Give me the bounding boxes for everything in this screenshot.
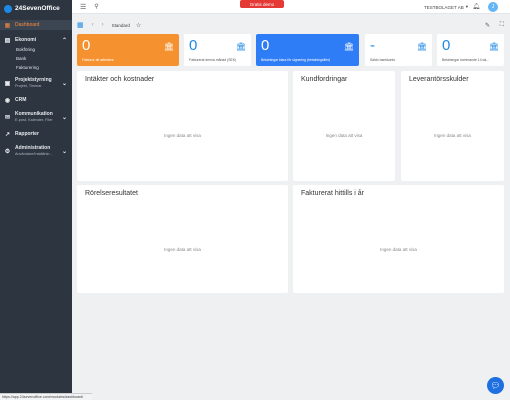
sidebar-item-sublabel: Användare/Inställnin... bbox=[15, 152, 53, 156]
chevron-down-icon: ⌄ bbox=[61, 148, 67, 155]
crm-icon: ◉ bbox=[4, 97, 11, 104]
grid-icon[interactable]: ▦ bbox=[77, 21, 84, 29]
chevron-left-icon[interactable]: ‹ bbox=[92, 22, 94, 28]
fullscreen-icon[interactable]: ⛶ bbox=[500, 22, 504, 29]
chart-line-icon: ↗ bbox=[4, 131, 11, 138]
kpi-label: Saldo bankkonto bbox=[370, 58, 396, 62]
star-icon[interactable]: ☆ bbox=[136, 22, 141, 29]
widget-title: Leverantörsskulder bbox=[409, 76, 469, 83]
kpi-label: Fakturerat denna månad (SEK) bbox=[189, 58, 237, 62]
sidebar-item-crm[interactable]: ◉ CRM bbox=[0, 93, 72, 107]
top-bar: ☰ ⚲ Gratis demo TESTBOLAGET AB ▾ 🔔︎ J bbox=[72, 0, 510, 14]
sidebar-item-label: Ekonomi bbox=[15, 37, 37, 43]
kpi-value: 0 bbox=[261, 37, 270, 54]
bank-icon: 🏛︎ bbox=[163, 42, 174, 51]
bell-icon[interactable]: 🔔︎ bbox=[472, 3, 480, 10]
widget-title: Fakturerat hittills i år bbox=[301, 190, 365, 197]
menu-icon[interactable]: ☰ bbox=[80, 3, 86, 11]
sidebar-item-dashboard[interactable]: ▦ Dashboard bbox=[0, 20, 72, 30]
kpi-label: Betalningar kommande 14 da... bbox=[442, 58, 490, 62]
free-demo-button[interactable]: Gratis demo bbox=[240, 0, 284, 8]
brand-icon bbox=[4, 4, 12, 13]
sidebar-item-projects[interactable]: ▣ Projektstyrning Projekt, Timmar ⌄ bbox=[0, 76, 72, 90]
chat-icon: 💬︎ bbox=[490, 381, 501, 390]
kpi-value: - bbox=[370, 37, 375, 54]
kpi-invoiced-this-month[interactable]: 0 🏛︎ Fakturerat denna månad (SEK) bbox=[184, 34, 251, 66]
gear-icon: ⚙ bbox=[4, 148, 11, 155]
bank-icon: ▤ bbox=[4, 37, 11, 44]
brand-name: 24SevenOffice bbox=[15, 5, 60, 12]
chevron-right-icon[interactable]: › bbox=[102, 22, 104, 28]
dashboard-toolbar: ▦ ‹ › Standard ☆ ✎ ⛶ bbox=[72, 18, 510, 32]
widget-title: Rörelseresultatet bbox=[85, 190, 138, 197]
empty-state: Ingen data att visa bbox=[434, 133, 471, 138]
kpi-bank-balance[interactable]: - 🏛︎ Saldo bankkonto bbox=[365, 34, 432, 66]
view-navigation: ‹ › bbox=[92, 22, 104, 28]
chevron-down-icon: ⌄ bbox=[61, 80, 67, 87]
kpi-value: 0 bbox=[189, 37, 198, 54]
company-name: TESTBOLAGET AB bbox=[424, 4, 464, 10]
clipboard-icon: ▣ bbox=[4, 80, 11, 87]
kpi-value: 0 bbox=[442, 37, 451, 54]
chevron-down-icon: ▾ bbox=[465, 4, 468, 9]
widget-title: Kundfordringar bbox=[301, 76, 348, 83]
empty-state: Ingen data att visa bbox=[380, 247, 417, 252]
sidebar-item-label: Rapporter bbox=[15, 131, 39, 137]
empty-state: Ingen data att visa bbox=[164, 247, 201, 252]
avatar[interactable]: J bbox=[488, 2, 498, 12]
chevron-down-icon: ⌄ bbox=[61, 114, 67, 121]
bank-icon: 🏛︎ bbox=[343, 42, 354, 51]
widget-receivables: Kundfordringar Ingen data att visa bbox=[293, 71, 395, 181]
widget-title: Intäkter och kostnader bbox=[85, 76, 155, 83]
chevron-up-icon: ⌃ bbox=[61, 37, 67, 44]
bank-icon: 🏛︎ bbox=[235, 42, 246, 51]
sidebar-subitem-bank[interactable]: Bank bbox=[0, 54, 72, 63]
kpi-label: Fakturor att attestera bbox=[82, 58, 114, 62]
dashboard-icon: ▦ bbox=[4, 22, 11, 29]
sidebar-item-sublabel: E-post, Kalender, Filer bbox=[15, 118, 53, 122]
sidebar-subitem-invoicing[interactable]: Fakturering bbox=[0, 63, 72, 72]
company-selector[interactable]: TESTBOLAGET AB ▾ bbox=[424, 4, 468, 10]
mail-icon: ✉ bbox=[4, 114, 11, 121]
view-name[interactable]: Standard bbox=[112, 23, 130, 28]
sidebar-item-label: Dashboard bbox=[15, 22, 40, 28]
bank-icon: 🏛︎ bbox=[488, 42, 499, 51]
kpi-upcoming-payments[interactable]: 0 🏛︎ Betalningar kommande 14 da... bbox=[437, 34, 504, 66]
sidebar-item-reports[interactable]: ↗ Rapporter bbox=[0, 127, 72, 141]
widget-operating-result: Rörelseresultatet Ingen data att visa bbox=[77, 185, 288, 293]
status-bar-url: https://app.24sevenoffice.com/modules/da… bbox=[0, 393, 92, 400]
sidebar: 24SevenOffice ▦ Dashboard ▤ Ekonomi ⌃ Bo… bbox=[0, 0, 72, 400]
widget-invoiced-ytd: Fakturerat hittills i år Ingen data att … bbox=[293, 185, 504, 293]
empty-state: Ingen data att visa bbox=[325, 133, 363, 138]
widget-income-expenses: Intäkter och kostnader Ingen data att vi… bbox=[77, 71, 288, 181]
sidebar-item-sublabel: Projekt, Timmar bbox=[15, 84, 42, 88]
empty-state: Ingen data att visa bbox=[164, 133, 201, 138]
sidebar-subitem-bookkeeping[interactable]: Bokföring bbox=[0, 45, 72, 54]
sidebar-item-communication[interactable]: ✉ Kommunikation E-post, Kalender, Filer … bbox=[0, 110, 72, 124]
search-icon[interactable]: ⚲ bbox=[94, 3, 98, 10]
brand-logo[interactable]: 24SevenOffice bbox=[0, 0, 72, 17]
sidebar-item-admin[interactable]: ⚙ Administration Användare/Inställnin...… bbox=[0, 144, 72, 158]
chat-button[interactable]: 💬︎ bbox=[487, 377, 504, 394]
pencil-icon[interactable]: ✎ bbox=[485, 22, 490, 29]
kpi-label: Betalningar klara för signering (betalni… bbox=[261, 58, 331, 62]
kpi-payments-to-sign[interactable]: 0 🏛︎ Betalningar klara för signering (be… bbox=[256, 34, 359, 66]
widget-payables: Leverantörsskulder Ingen data att visa bbox=[401, 71, 504, 181]
bank-icon: 🏛︎ bbox=[416, 42, 427, 51]
kpi-value: 0 bbox=[82, 37, 91, 54]
sidebar-item-label: CRM bbox=[15, 97, 27, 103]
kpi-invoices-to-approve[interactable]: 0 🏛︎ Fakturor att attestera bbox=[77, 34, 179, 66]
sidebar-item-economy[interactable]: ▤ Ekonomi ⌃ bbox=[0, 35, 72, 45]
